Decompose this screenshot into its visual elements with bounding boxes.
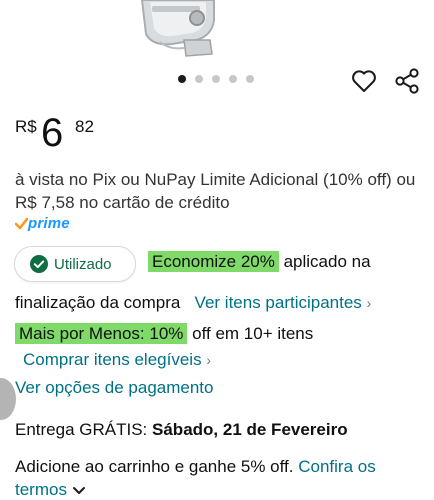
share-button[interactable] — [392, 66, 422, 96]
payment-options-link[interactable]: Ver opções de pagamento — [15, 378, 213, 398]
delivery-prefix: Entrega GRÁTIS: — [15, 420, 148, 439]
coupon-saving-line: Economize 20% aplicado na — [148, 251, 371, 272]
coupon-status-label: Utilizado — [54, 255, 112, 273]
carousel-dot[interactable] — [178, 75, 186, 83]
volume-offer-text: off em 10+ itens — [192, 324, 314, 343]
carousel-dot[interactable] — [246, 75, 254, 83]
check-icon — [15, 217, 28, 229]
heart-icon — [352, 70, 376, 92]
side-drawer-handle[interactable] — [0, 378, 16, 420]
product-image-graphic — [0, 0, 434, 62]
carousel-dot[interactable] — [229, 75, 237, 83]
coupon-applied-text: aplicado na — [283, 252, 371, 271]
prime-label: prime — [28, 214, 70, 232]
chevron-down-icon — [72, 486, 85, 494]
check-circle-icon — [30, 255, 48, 273]
share-icon — [395, 68, 419, 94]
price-fraction: 82 — [75, 117, 94, 136]
price-currency: R$ — [15, 117, 37, 136]
cart-offer-text: Adicione ao carrinho e ganhe 5% off. — [15, 457, 294, 476]
delivery-date: Sábado, 21 de Fevereiro — [152, 420, 348, 439]
volume-offer-badge: Mais por Menos: 10% — [15, 323, 188, 344]
coupon-checkout-line: finalização da compra Ver itens particip… — [15, 293, 371, 313]
carousel-dot[interactable] — [195, 75, 203, 83]
product-image[interactable] — [0, 0, 434, 62]
carousel-dot[interactable] — [212, 75, 220, 83]
image-carousel-dots[interactable] — [178, 75, 254, 83]
delivery-info: Entrega GRÁTIS: Sábado, 21 de Fevereiro — [15, 420, 348, 440]
participating-items-link[interactable]: Ver itens participantes › — [195, 293, 372, 312]
coupon-status-chip[interactable]: Utilizado — [14, 246, 136, 282]
wishlist-button[interactable] — [349, 66, 379, 96]
coupon-saving-badge: Economize 20% — [148, 251, 279, 272]
volume-offer-line: Mais por Menos: 10% off em 10+ itens — [15, 323, 314, 344]
eligible-items-link[interactable]: Comprar itens elegíveis › — [23, 350, 211, 370]
chevron-right-icon: › — [206, 352, 211, 368]
price-whole: 6 — [41, 111, 64, 155]
chevron-right-icon: › — [366, 295, 372, 311]
coupon-checkout-text: finalização da compra — [15, 293, 181, 312]
participating-items-label: Ver itens participantes — [194, 293, 362, 312]
eligible-items-label: Comprar itens elegíveis — [23, 350, 202, 369]
prime-badge: prime — [15, 213, 70, 233]
cart-offer: Adicione ao carrinho e ganhe 5% off. Con… — [15, 455, 425, 500]
payment-terms-text: à vista no Pix ou NuPay Limite Adicional… — [15, 170, 416, 212]
